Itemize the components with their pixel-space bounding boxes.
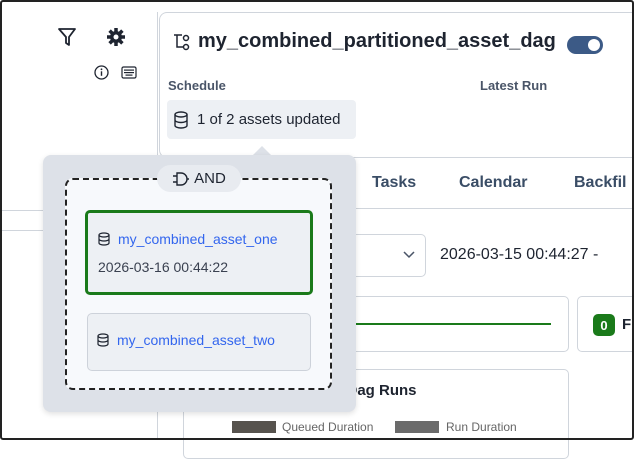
date-range[interactable]: 2026-03-15 00:44:27 - <box>440 246 598 264</box>
and-gate-icon <box>173 171 190 186</box>
failed-label: F <box>622 316 632 333</box>
chevron-down-icon <box>403 251 415 259</box>
schedule-value: 1 of 2 assets updated <box>197 111 341 128</box>
asset-item-one[interactable]: my_combined_asset_one 2026-03-16 00:44:2… <box>85 210 313 295</box>
gear-icon[interactable] <box>106 27 126 47</box>
database-icon <box>174 110 188 129</box>
info-icon[interactable] <box>94 65 109 80</box>
dag-icon <box>174 33 190 50</box>
sparkline <box>351 323 551 325</box>
legend-queued: Queued Duration <box>282 420 374 434</box>
asset-item-two[interactable]: my_combined_asset_two <box>87 313 311 371</box>
asset-link[interactable]: my_combined_asset_one <box>118 231 278 247</box>
asset-condition-popover: AND my_combined_asset_one 2026-03-16 00:… <box>43 155 356 412</box>
popover-arrow <box>253 146 271 155</box>
database-icon <box>97 333 109 347</box>
legend-run: Run Duration <box>446 420 517 434</box>
and-operator: AND <box>157 165 241 192</box>
asset-updated-time: 2026-03-16 00:44:22 <box>98 259 228 275</box>
tab-backfills[interactable]: Backfil <box>574 174 626 192</box>
failed-stat-card[interactable]: 0 F <box>577 296 634 352</box>
asset-link[interactable]: my_combined_asset_two <box>117 332 275 348</box>
failed-count-badge: 0 <box>593 314 615 336</box>
dag-title: my_combined_partitioned_asset_dag <box>172 30 556 53</box>
legend-swatch-run <box>395 421 439 433</box>
operator-label: AND <box>194 170 226 187</box>
tab-tasks[interactable]: Tasks <box>372 174 416 192</box>
legend-swatch-queued <box>232 421 276 433</box>
keyboard-icon[interactable] <box>121 66 137 79</box>
schedule-label: Schedule <box>168 78 226 93</box>
filter-icon[interactable] <box>57 27 77 47</box>
pause-toggle[interactable] <box>567 36 603 54</box>
latest-run-label: Latest Run <box>480 78 548 93</box>
schedule-chip[interactable]: 1 of 2 assets updated <box>167 100 356 139</box>
tab-calendar[interactable]: Calendar <box>459 174 527 192</box>
dag-title-text: my_combined_partitioned_asset_dag <box>198 30 556 52</box>
database-icon <box>98 232 110 246</box>
